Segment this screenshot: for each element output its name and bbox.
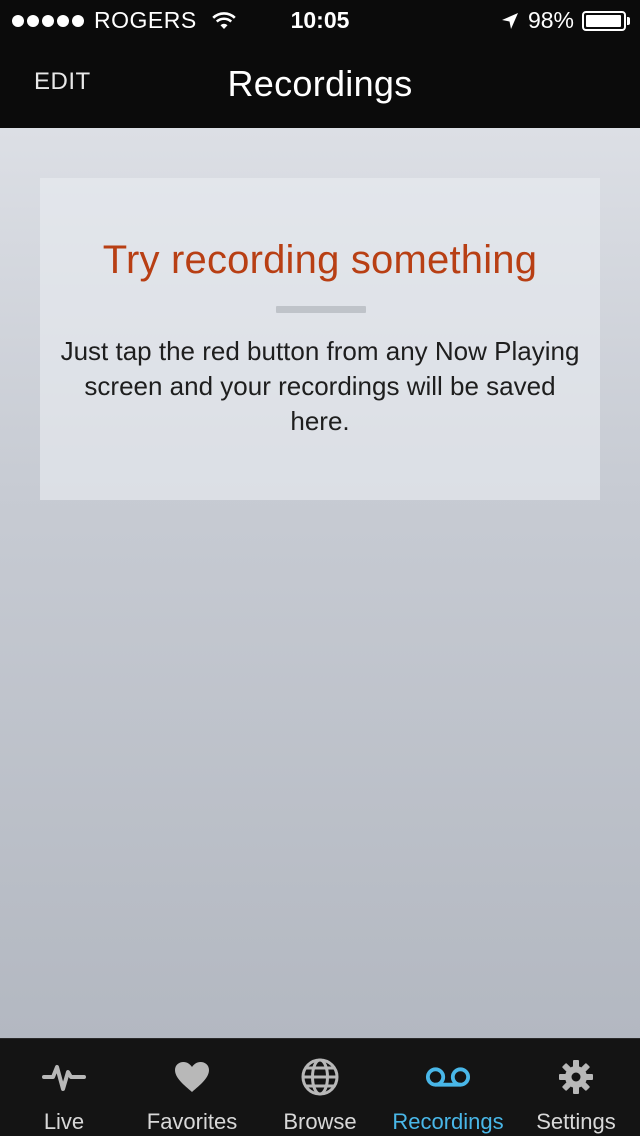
- edit-button[interactable]: EDIT: [34, 68, 91, 96]
- tab-label: Browse: [283, 1109, 357, 1134]
- recordings-content: Try recording something Just tap the red…: [0, 128, 640, 1038]
- gear-icon: [553, 1057, 599, 1097]
- tab-label: Settings: [536, 1109, 616, 1134]
- page-title: Recordings: [227, 63, 413, 104]
- tab-favorites[interactable]: Favorites: [128, 1039, 256, 1136]
- navigation-bar: EDIT Recordings: [0, 40, 640, 128]
- battery-percent: 98%: [527, 7, 574, 33]
- status-right: 98%: [500, 7, 630, 34]
- tab-recordings[interactable]: Recordings: [384, 1039, 512, 1136]
- tab-label: Recordings: [392, 1109, 504, 1134]
- voicemail-icon: [425, 1057, 471, 1097]
- tab-bar: Live Favorites Browse Recordings Setting…: [0, 1038, 640, 1136]
- app-screen: ROGERS 10:05 98% EDIT Recordings Try rec…: [0, 0, 640, 1136]
- empty-state-card: Try recording something Just tap the red…: [40, 178, 600, 500]
- empty-state-title: Try recording something: [102, 238, 538, 282]
- tab-browse[interactable]: Browse: [256, 1039, 384, 1136]
- battery-fill: [586, 14, 622, 27]
- tab-live[interactable]: Live: [0, 1039, 128, 1136]
- live-pulse-icon: [41, 1057, 87, 1097]
- empty-state-message: Just tap the red button from any Now Pla…: [60, 336, 580, 436]
- tab-label: Favorites: [146, 1109, 238, 1134]
- tab-settings[interactable]: Settings: [512, 1039, 640, 1136]
- divider: [276, 306, 366, 313]
- battery-icon: [582, 10, 630, 31]
- heart-icon: [169, 1057, 215, 1097]
- globe-icon: [297, 1057, 343, 1097]
- location-arrow-icon: [501, 12, 518, 29]
- status-bar: ROGERS 10:05 98%: [0, 0, 640, 40]
- tab-label: Live: [43, 1109, 85, 1134]
